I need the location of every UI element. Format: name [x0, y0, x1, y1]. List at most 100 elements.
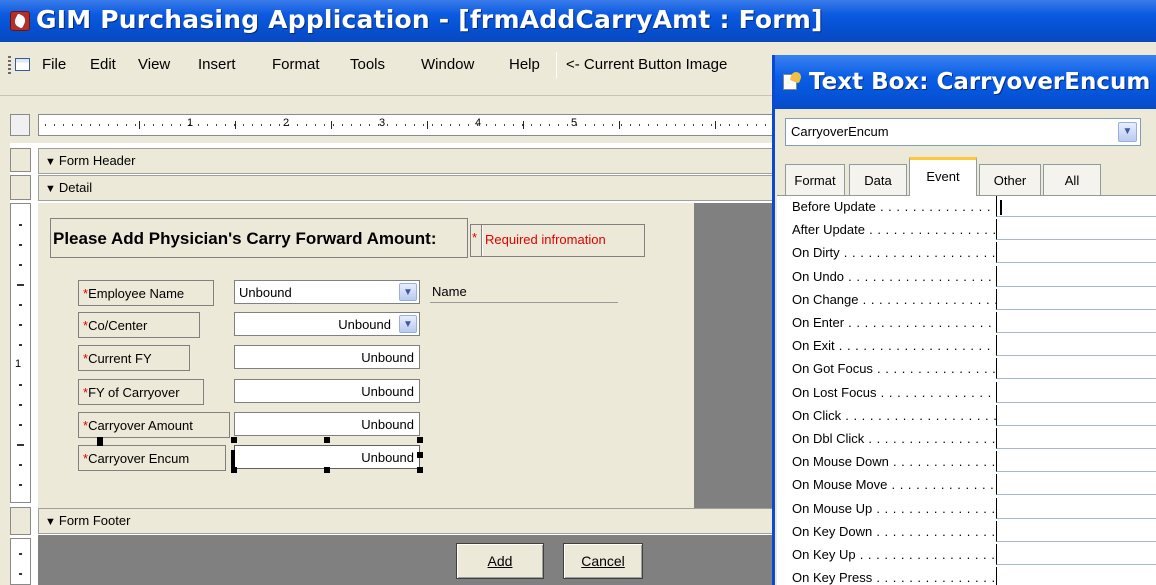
co-center-combo[interactable]: Unbound ▼ [234, 312, 420, 336]
form-footer-bar[interactable]: ▼ Form Footer [38, 508, 780, 534]
chevron-down-icon[interactable]: ▼ [399, 315, 417, 333]
selection-handle[interactable] [324, 437, 330, 443]
menu-file[interactable]: File [42, 56, 66, 73]
textbox-value: Unbound [361, 384, 414, 399]
required-info-label[interactable]: * Required infromation [470, 224, 645, 257]
property-value-field[interactable] [996, 428, 1156, 449]
property-value-field[interactable] [996, 544, 1156, 565]
property-row[interactable]: On Undo . . . . . . . . . . . . . . . . … [777, 265, 1156, 287]
property-sheet-title-bar[interactable]: Text Box: CarryoverEncum [775, 55, 1156, 109]
footer-vertical-ruler[interactable] [10, 538, 31, 585]
footer-section[interactable] [38, 535, 780, 585]
vertical-ruler[interactable]: 1 [10, 203, 31, 503]
label-co-center[interactable]: *Co/Center [78, 312, 200, 338]
property-value-field[interactable] [996, 265, 1156, 287]
tab-data[interactable]: Data [849, 164, 907, 195]
property-row[interactable]: On Change . . . . . . . . . . . . . . . … [777, 288, 1156, 310]
property-grid: Before Update . . . . . . . . . . . . . … [777, 195, 1156, 585]
property-row[interactable]: On Dbl Click . . . . . . . . . . . . . .… [777, 428, 1156, 449]
property-row[interactable]: On Lost Focus . . . . . . . . . . . . . … [777, 381, 1156, 403]
detail-label: Detail [58, 180, 93, 195]
form-header-bar[interactable]: ▼ Form Header [38, 148, 780, 174]
fy-of-carryover-textbox[interactable]: Unbound [234, 379, 420, 403]
menu-format[interactable]: Format [272, 56, 320, 73]
property-row[interactable]: On Mouse Down . . . . . . . . . . . . . … [777, 451, 1156, 473]
property-value-field[interactable] [996, 358, 1156, 380]
property-leader-dots: . . . . . . . . . . . . . . . . . . . . … [848, 268, 996, 284]
property-row[interactable]: On Enter . . . . . . . . . . . . . . . .… [777, 312, 1156, 333]
label-carryover-amount[interactable]: *Carryover Amount [78, 412, 230, 438]
tab-format[interactable]: Format [785, 164, 845, 195]
name-label[interactable]: Name [432, 284, 467, 299]
heading-label[interactable]: Please Add Physician's Carry Forward Amo… [50, 218, 468, 258]
menu-tools[interactable]: Tools [350, 56, 385, 73]
selection-handle[interactable] [97, 443, 103, 446]
property-value-field[interactable] [996, 335, 1156, 357]
chevron-down-icon[interactable]: ▼ [1118, 122, 1137, 142]
menu-view[interactable]: View [138, 56, 170, 73]
property-leader-dots: . . . . . . . . . . . . . . . . . . . . … [848, 315, 996, 330]
access-app-icon[interactable] [10, 11, 30, 31]
selection-handle[interactable] [417, 467, 423, 473]
tab-other[interactable]: Other [979, 164, 1041, 195]
property-leader-dots: . . . . . . . . . . . . . . . . . . . . … [862, 291, 996, 307]
menu-insert[interactable]: Insert [198, 56, 236, 73]
form-selector[interactable] [10, 114, 30, 136]
selection-handle[interactable] [231, 467, 237, 473]
carryover-encum-textbox[interactable]: Unbound [234, 445, 420, 469]
property-value-field[interactable] [996, 312, 1156, 333]
label-employee-name[interactable]: *Employee Name [78, 280, 214, 306]
tab-all[interactable]: All [1043, 164, 1101, 195]
current-fy-textbox[interactable]: Unbound [234, 345, 420, 369]
selection-handle[interactable] [231, 437, 237, 443]
property-value-field[interactable] [996, 474, 1156, 496]
property-row[interactable]: On Mouse Move . . . . . . . . . . . . . … [777, 474, 1156, 496]
label-current-fy[interactable]: *Current FY [78, 345, 190, 371]
property-row[interactable]: On Key Press . . . . . . . . . . . . . .… [777, 567, 1156, 585]
property-row[interactable]: After Update . . . . . . . . . . . . . .… [777, 219, 1156, 241]
header-section-selector[interactable] [10, 148, 31, 172]
property-value-field[interactable] [996, 567, 1156, 585]
carryover-amount-textbox[interactable]: Unbound [234, 412, 420, 436]
property-value-field[interactable] [996, 451, 1156, 473]
detail-bar[interactable]: ▼ Detail [38, 175, 780, 201]
property-value-field[interactable] [996, 242, 1156, 264]
selection-handle[interactable] [231, 450, 235, 468]
selection-handle[interactable] [417, 437, 423, 443]
property-value-field[interactable] [996, 404, 1156, 426]
property-row[interactable]: On Mouse Up . . . . . . . . . . . . . . … [777, 497, 1156, 519]
property-row[interactable]: On Key Up . . . . . . . . . . . . . . . … [777, 544, 1156, 565]
menu-window[interactable]: Window [421, 56, 474, 73]
detail-section-selector[interactable] [10, 175, 31, 200]
chevron-down-icon[interactable]: ▼ [399, 283, 417, 301]
footer-section-selector[interactable] [10, 507, 31, 535]
property-value-field[interactable] [996, 497, 1156, 519]
property-row[interactable]: On Exit . . . . . . . . . . . . . . . . … [777, 335, 1156, 357]
label-carryover-encum[interactable]: *Carryover Encum [78, 445, 226, 471]
property-row[interactable]: On Click . . . . . . . . . . . . . . . .… [777, 404, 1156, 426]
add-button[interactable]: Add [456, 543, 544, 579]
object-selector[interactable]: CarryoverEncum ▼ [785, 118, 1141, 146]
property-row[interactable]: On Key Down . . . . . . . . . . . . . . … [777, 520, 1156, 542]
property-value-field[interactable] [996, 288, 1156, 310]
menu-help[interactable]: Help [509, 56, 540, 73]
tab-event[interactable]: Event [909, 157, 977, 196]
cancel-button[interactable]: Cancel [563, 543, 643, 579]
property-row[interactable]: On Got Focus . . . . . . . . . . . . . .… [777, 358, 1156, 380]
menu-edit[interactable]: Edit [90, 56, 116, 73]
current-button-image-label[interactable]: <- Current Button Image [566, 56, 727, 73]
form-menu-icon[interactable] [8, 56, 30, 76]
selection-handle[interactable] [324, 467, 330, 473]
property-value-field[interactable] [996, 381, 1156, 403]
employee-name-combo[interactable]: Unbound ▼ [234, 280, 420, 304]
property-value-field[interactable] [996, 196, 1156, 217]
horizontal-ruler[interactable]: 1 2 3 4 5 [38, 114, 781, 136]
selection-handle[interactable] [417, 452, 423, 458]
property-value-field[interactable] [996, 219, 1156, 241]
property-name: On Mouse Up . . . . . . . . . . . . . . … [777, 497, 996, 519]
property-row[interactable]: Before Update . . . . . . . . . . . . . … [777, 196, 1156, 217]
property-value-field[interactable] [996, 520, 1156, 542]
label-fy-of-carryover[interactable]: *FY of Carryover [78, 379, 204, 405]
property-row[interactable]: On Dirty . . . . . . . . . . . . . . . .… [777, 242, 1156, 264]
property-name: On Mouse Move . . . . . . . . . . . . . … [777, 474, 996, 496]
